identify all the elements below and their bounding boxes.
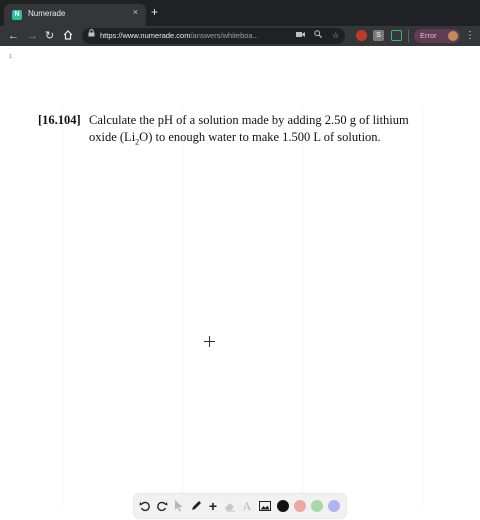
extension-red-icon[interactable] — [356, 30, 367, 41]
url-host: https://www.numerade.com — [100, 31, 191, 40]
forward-arrow-icon[interactable]: → — [27, 27, 38, 45]
extension-s-icon[interactable]: S — [373, 30, 384, 41]
faint-guide-line — [182, 106, 183, 506]
extension-monitor-icon[interactable] — [391, 30, 402, 41]
faint-guide-line — [302, 106, 303, 506]
redo-icon[interactable] — [155, 498, 169, 514]
color-swatch-black[interactable] — [277, 500, 289, 512]
faint-guide-line — [422, 106, 423, 506]
undo-icon[interactable] — [138, 498, 152, 514]
add-icon[interactable]: + — [206, 498, 220, 514]
browser-tab-strip: N Numerade × + — [0, 0, 480, 26]
numerade-favicon-icon: N — [12, 10, 22, 20]
eraser-icon[interactable] — [223, 498, 237, 514]
color-swatch-green[interactable] — [311, 500, 323, 512]
pen-icon[interactable] — [189, 498, 203, 514]
tab-title: Numerade — [28, 9, 66, 18]
browser-toolbar: ← → ↻ https://www.numerade.com/answers/w… — [0, 26, 480, 46]
close-icon[interactable]: × — [133, 7, 138, 17]
search-icon[interactable] — [314, 28, 323, 44]
url-path: /answers/whiteboa... — [190, 31, 259, 40]
home-icon[interactable] — [63, 27, 73, 45]
crosshair-cursor-icon — [204, 336, 215, 347]
toolbar-divider — [408, 30, 409, 42]
back-arrow-icon[interactable]: ← — [8, 27, 19, 45]
whiteboard-canvas[interactable]: 1 [16.104] Calculate the pH of a solutio… — [0, 46, 480, 520]
reload-icon[interactable]: ↻ — [45, 27, 54, 45]
text-tool-icon[interactable]: A — [240, 498, 254, 514]
star-icon[interactable]: ☆ — [332, 28, 339, 44]
problem-text: Calculate the pH of a solution made by a… — [89, 112, 439, 151]
color-swatch-blue[interactable] — [328, 500, 340, 512]
avatar — [448, 31, 458, 41]
select-pointer-icon[interactable] — [172, 498, 186, 514]
camera-icon[interactable] — [296, 28, 305, 44]
problem-text-part2: O) to enough water to make 1.500 L of so… — [139, 130, 381, 144]
lock-icon — [88, 29, 95, 43]
address-bar[interactable]: https://www.numerade.com/answers/whitebo… — [82, 28, 345, 44]
error-label: Error — [420, 31, 437, 40]
tab-numerade[interactable]: N Numerade × — [4, 4, 146, 26]
color-swatch-pink[interactable] — [294, 500, 306, 512]
page-number: 1 — [9, 54, 12, 60]
drawing-toolbar: + A — [134, 494, 346, 518]
faint-guide-line — [62, 106, 63, 506]
new-tab-button[interactable]: + — [151, 6, 158, 18]
url-text: https://www.numerade.com/answers/whitebo… — [100, 28, 259, 44]
more-menu-icon[interactable]: ⋮ — [465, 27, 475, 45]
profile-error-button[interactable]: Error — [414, 29, 460, 43]
image-icon[interactable] — [258, 498, 272, 514]
problem-number: [16.104] — [38, 113, 81, 127]
